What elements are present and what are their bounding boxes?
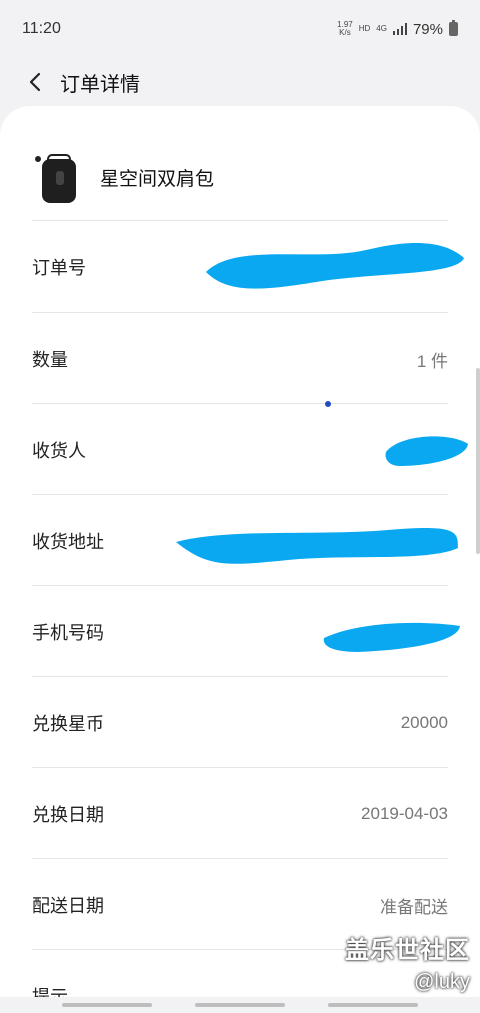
recipient-label: 收货人 xyxy=(32,441,86,461)
star-coins-value: 20000 xyxy=(400,713,448,732)
redaction-scribble xyxy=(385,436,468,466)
divider xyxy=(32,494,448,495)
star-coins-row: 兑换星币 20000 xyxy=(32,678,448,768)
divider xyxy=(32,312,448,313)
phone-label: 手机号码 xyxy=(32,623,104,643)
order-detail-card: 星空间双肩包 订单号 数量 1 件 收货人 收货地址 手机号码 158 兑换星币… xyxy=(0,106,480,1013)
exchange-date-value: 2019-04-03 xyxy=(361,804,448,823)
divider xyxy=(32,585,448,586)
watermark-title: 盖乐世社区 xyxy=(345,937,470,964)
hd-label: HD xyxy=(358,24,371,33)
exchange-date-row: 兑换日期 2019-04-03 xyxy=(32,769,448,859)
divider xyxy=(32,220,448,221)
battery-percent: 79% xyxy=(412,20,443,38)
status-bar: 11:20 1.97 K/s HD 4G 79% xyxy=(0,0,480,58)
app-bar: 订单详情 xyxy=(0,58,480,106)
delivery-date-label: 配送日期 xyxy=(32,896,104,916)
page-title: 订单详情 xyxy=(60,73,140,96)
product-name: 星空间双肩包 xyxy=(100,168,215,190)
nav-handle-center[interactable] xyxy=(195,1003,285,1007)
net-speed: 1.97 K/s xyxy=(337,21,353,37)
scrollbar[interactable] xyxy=(476,368,480,554)
redaction-scribble xyxy=(176,528,458,564)
delivery-date-value: 准备配送 xyxy=(380,897,448,917)
watermark: 盖乐世社区 @luky xyxy=(345,930,470,994)
star-coins-label: 兑换星币 xyxy=(32,714,104,734)
battery-icon xyxy=(449,20,458,36)
divider xyxy=(32,858,448,859)
order-number-label: 订单号 xyxy=(32,258,86,278)
redaction-scribble xyxy=(206,243,464,289)
quantity-value: 1 件 xyxy=(416,351,448,371)
status-time: 11:20 xyxy=(22,20,61,37)
product-row[interactable]: 星空间双肩包 xyxy=(32,142,214,212)
signal-bars-icon xyxy=(392,23,407,35)
quantity-label: 数量 xyxy=(32,350,68,370)
nav-handle-right[interactable] xyxy=(328,1003,418,1007)
net-speed-unit: K/s xyxy=(339,28,351,37)
back-button[interactable] xyxy=(16,63,54,101)
nav-handle-left[interactable] xyxy=(62,1003,152,1007)
divider xyxy=(32,676,448,677)
address-label: 收货地址 xyxy=(32,532,104,552)
exchange-date-label: 兑换日期 xyxy=(32,805,104,825)
network-label: 4G xyxy=(376,24,387,33)
divider xyxy=(32,403,448,404)
quantity-row: 数量 1 件 xyxy=(32,314,448,404)
chevron-left-icon xyxy=(29,72,41,92)
redaction-scribble xyxy=(323,622,460,652)
backpack-icon xyxy=(32,149,88,205)
nav-bar xyxy=(0,997,480,1013)
divider xyxy=(32,767,448,768)
status-icons: 1.97 K/s HD 4G 79% xyxy=(337,20,458,38)
watermark-handle: @luky xyxy=(414,971,470,993)
touch-indicator xyxy=(325,401,331,407)
